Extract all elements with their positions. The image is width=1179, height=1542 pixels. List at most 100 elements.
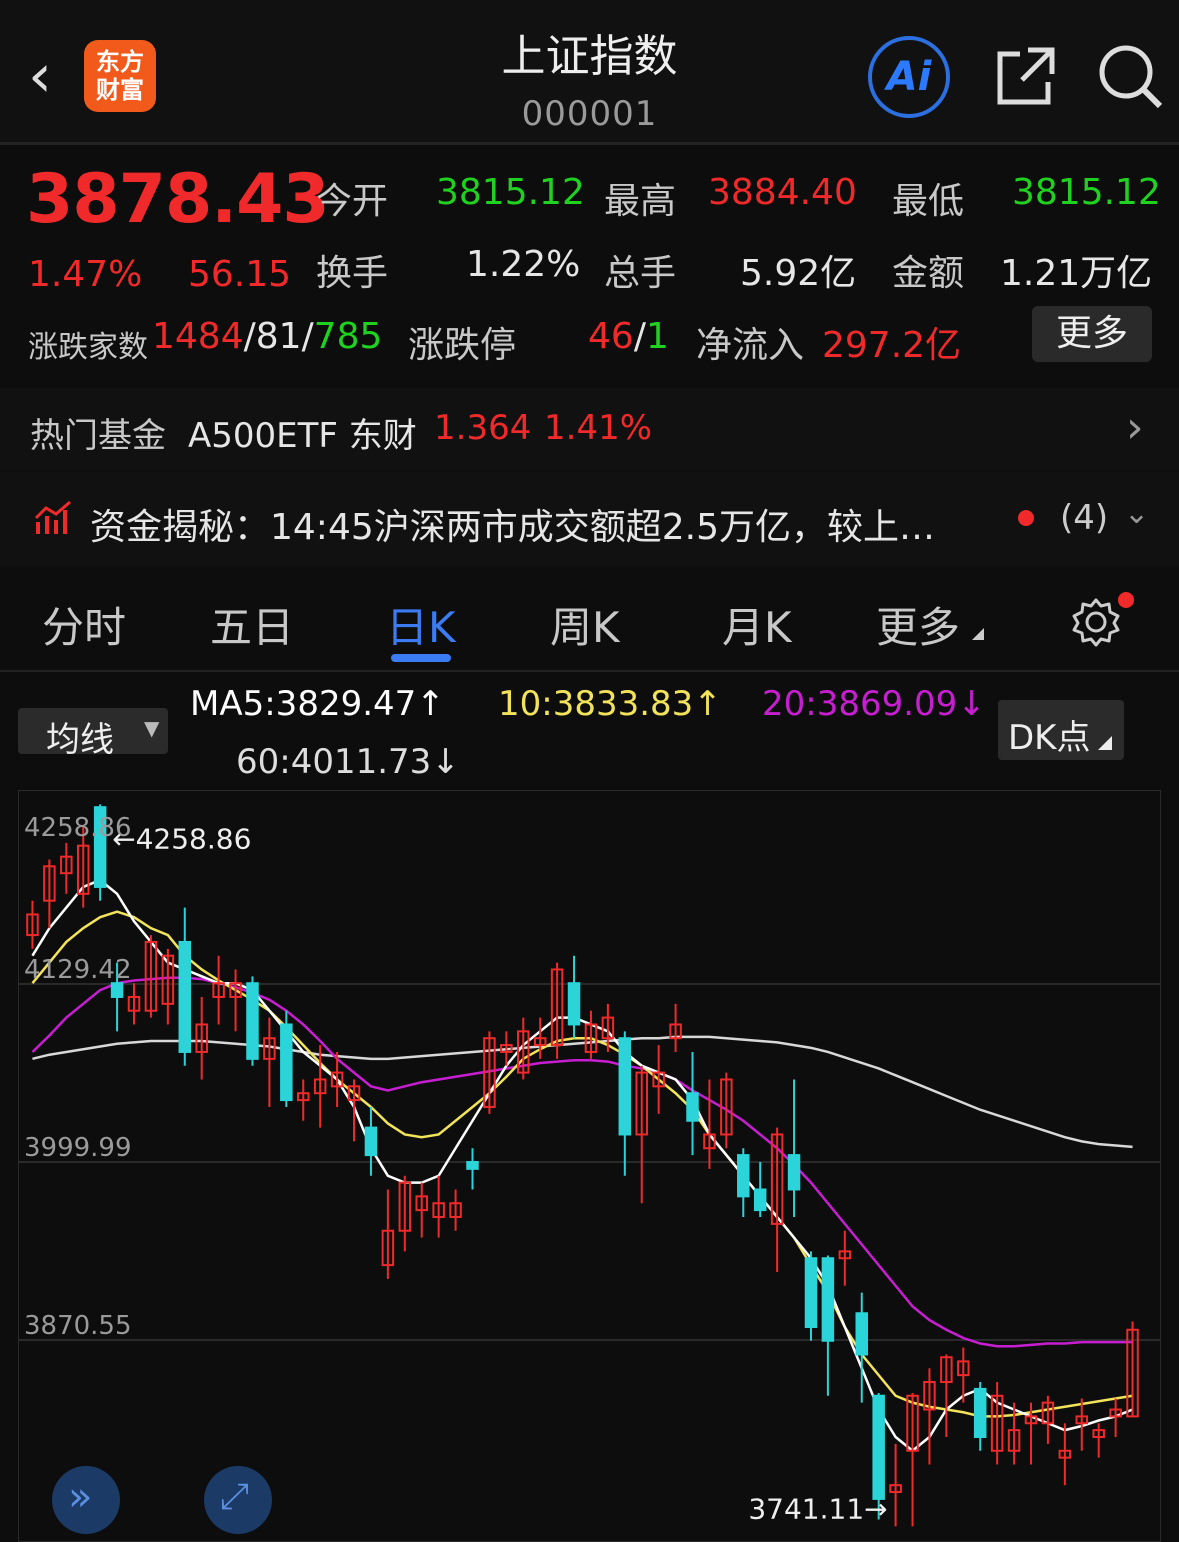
candle-body (618, 1037, 632, 1136)
ma10-value: 10:3833.83↑ (498, 684, 722, 724)
candle (1041, 1395, 1055, 1444)
low-value: 3815.12 (1012, 172, 1161, 213)
candle (618, 1031, 632, 1176)
y-tick-label: 3999.99 (24, 1133, 132, 1163)
dk-label: DK点 (1008, 718, 1091, 758)
active-tab-indicator (391, 654, 451, 662)
tab-monthly-k[interactable]: 月K (722, 594, 792, 655)
expand-panel-button[interactable]: » (52, 1466, 120, 1534)
chevron-right-icon: › (1126, 402, 1144, 453)
dk-point-button[interactable]: DK点 (998, 700, 1124, 760)
candle (990, 1382, 1004, 1465)
fund-flow-icon (34, 500, 71, 534)
candle (449, 1189, 462, 1231)
tabs-divider (0, 670, 1179, 672)
search-icon[interactable] (1096, 42, 1164, 110)
turnover-value: 1.22% (466, 244, 581, 285)
ai-button[interactable]: Ai (868, 36, 950, 118)
ma60-value: 60:4011.73↓ (236, 742, 460, 782)
change-percent: 1.47% (28, 254, 143, 295)
hot-fund-name: A500ETF 东财 (188, 416, 417, 456)
candle-body (787, 1154, 801, 1191)
tab-daily-k[interactable]: 日K (386, 594, 456, 655)
inflow-label: 净流入 (696, 325, 805, 366)
limit-values: 46/1 (588, 316, 669, 357)
amount-value: 1.21万亿 (1000, 253, 1153, 294)
period-tabs: 分时 五日 日K 周K 月K 更多 (0, 570, 1179, 670)
more-button[interactable]: 更多 (1032, 306, 1152, 362)
share-icon[interactable] (994, 44, 1058, 108)
hot-fund-price: 1.364 (434, 408, 532, 448)
candle (212, 955, 225, 1025)
kline-chart[interactable]: 4258.864129.423999.993870.55←4258.863741… (18, 790, 1161, 1542)
candle-body (855, 1312, 868, 1356)
limit-down-count: 1 (645, 316, 669, 357)
candle (195, 996, 208, 1080)
candle-body (804, 1257, 818, 1329)
candle (584, 1010, 598, 1059)
candle-body (110, 982, 124, 998)
candle-body (973, 1387, 987, 1439)
ma-type-select[interactable]: 均线 ▼ (18, 708, 168, 760)
tab-more[interactable]: 更多 (876, 594, 960, 655)
sep-1: / (243, 316, 256, 357)
candle (415, 1182, 428, 1238)
turnover-label: 换手 (316, 253, 389, 294)
volume-value: 5.92亿 (740, 253, 857, 294)
candles (26, 804, 1139, 1527)
candle-body (246, 982, 259, 1060)
news-count: (4) (1060, 498, 1109, 538)
ma-lines (31, 878, 1134, 1453)
candle (855, 1292, 868, 1403)
chart-frame (18, 790, 1161, 1542)
candle (297, 1079, 310, 1121)
caret-down-icon: ▼ (144, 716, 160, 740)
candle (229, 969, 242, 1032)
fullscreen-icon: ⤢ (220, 1476, 249, 1517)
y-tick-label: 4129.42 (24, 955, 132, 985)
breadth-values: 1484/81/785 (152, 316, 382, 357)
breadth-label: 涨跌家数 (28, 330, 148, 365)
candle (770, 1127, 784, 1272)
candle (398, 1175, 412, 1252)
fullscreen-button[interactable]: ⤢ (204, 1466, 272, 1534)
candle (804, 1251, 818, 1341)
candle (1092, 1423, 1105, 1458)
candle (178, 907, 192, 1066)
tab-weekly-k[interactable]: 周K (550, 594, 620, 655)
candle (26, 900, 39, 949)
change-value: 56.15 (188, 254, 292, 295)
limit-label: 涨跌停 (408, 325, 517, 366)
candle (246, 976, 259, 1066)
candle (1058, 1423, 1072, 1486)
high-marker: ←4258.86 (112, 822, 251, 855)
candle-body (737, 1154, 750, 1198)
open-value: 3815.12 (436, 172, 585, 213)
tab-five-day[interactable]: 五日 (210, 594, 294, 655)
candle (60, 842, 73, 894)
candle-body (280, 1023, 293, 1102)
up-count: 1484 (152, 316, 244, 357)
flat-count: 81 (255, 316, 302, 357)
candle (550, 962, 564, 1059)
open-label: 今开 (316, 181, 389, 222)
chart-labels: 4258.864129.423999.993870.55←4258.863741… (24, 813, 888, 1525)
candle (669, 1003, 682, 1052)
candle (280, 1010, 293, 1107)
amount-label: 金额 (892, 253, 965, 294)
candle-body (686, 1092, 699, 1122)
candle (686, 1051, 699, 1156)
y-tick-label: 3870.55 (24, 1311, 132, 1341)
candle (635, 1065, 648, 1204)
gear-icon[interactable] (1070, 596, 1122, 648)
candle (127, 983, 141, 1025)
tab-intraday[interactable]: 分时 (42, 594, 126, 655)
candle-body (821, 1257, 835, 1342)
candle (923, 1368, 936, 1465)
more-corner-icon (972, 628, 984, 640)
down-count: 785 (313, 316, 383, 357)
candle-body (567, 982, 581, 1026)
hot-fund-percent: 1.41% (544, 408, 653, 448)
candle (364, 1106, 378, 1176)
chevron-down-icon[interactable]: ⌄ (1124, 496, 1149, 531)
